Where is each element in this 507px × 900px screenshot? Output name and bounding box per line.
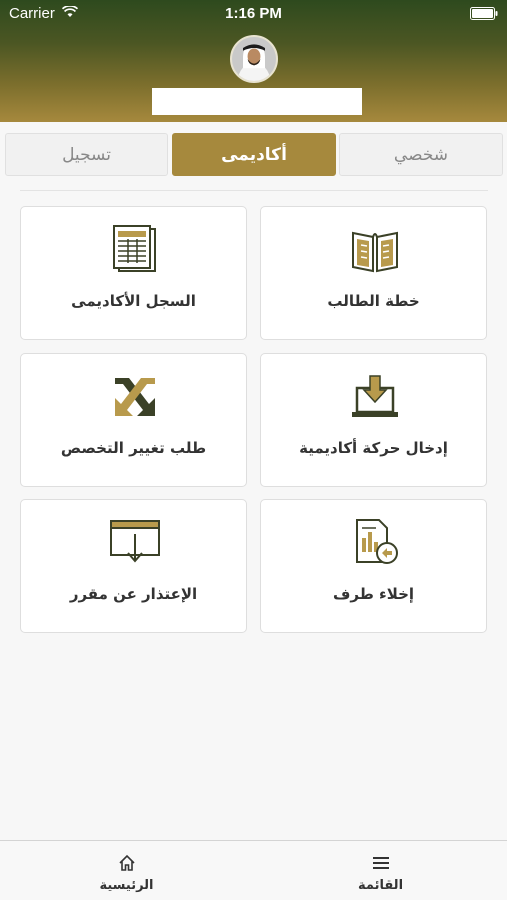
- card-label: طلب تغيير التخصص: [60, 439, 207, 457]
- document-table-icon: [113, 225, 156, 272]
- divider: [20, 190, 488, 191]
- home-icon: [119, 854, 135, 871]
- battery-icon: [470, 7, 498, 20]
- tab-personal[interactable]: شخصي: [339, 133, 503, 176]
- swap-arrows-icon: [115, 378, 155, 416]
- calendar-download-icon: [110, 520, 160, 563]
- hamburger-menu-icon: [373, 857, 389, 869]
- clock: 1:16 PM: [225, 5, 282, 22]
- user-name-field: [152, 88, 362, 115]
- academic-movement-card[interactable]: إدخال حركة أكاديمية: [260, 353, 487, 487]
- card-label: خطة الطالب: [327, 292, 420, 310]
- tab-home[interactable]: الرئيسية: [0, 841, 253, 900]
- status-bar: Carrier 1:16 PM: [0, 0, 507, 28]
- open-book-icon: [352, 231, 398, 273]
- tab-academic[interactable]: أكاديمى: [172, 133, 336, 176]
- user-portrait-icon: [232, 37, 276, 81]
- tab-menu[interactable]: القائمة: [254, 841, 507, 900]
- segmented-tabs: تسجيل أكاديمى شخصي: [5, 133, 503, 176]
- bottom-tab-bar: الرئيسية القائمة: [0, 840, 507, 900]
- change-major-card[interactable]: طلب تغيير التخصص: [20, 353, 247, 487]
- laptop-download-icon: [352, 375, 398, 417]
- tab-menu-label: القائمة: [357, 878, 404, 893]
- header: Carrier 1:16 PM: [0, 0, 507, 122]
- student-plan-card[interactable]: خطة الطالب: [260, 206, 487, 340]
- card-label: السجل الأكاديمى: [71, 292, 196, 310]
- report-return-icon: [356, 519, 398, 564]
- tab-register[interactable]: تسجيل: [5, 133, 168, 176]
- card-label: الإعتذار عن مقرر: [69, 585, 198, 603]
- avatar[interactable]: [230, 35, 278, 83]
- tab-home-label: الرئيسية: [99, 878, 154, 893]
- clearance-card[interactable]: إخلاء طرف: [260, 499, 487, 633]
- academic-record-card[interactable]: السجل الأكاديمى: [20, 206, 247, 340]
- card-label: إدخال حركة أكاديمية: [299, 439, 448, 457]
- card-label: إخلاء طرف: [332, 585, 415, 603]
- course-withdrawal-card[interactable]: الإعتذار عن مقرر: [20, 499, 247, 633]
